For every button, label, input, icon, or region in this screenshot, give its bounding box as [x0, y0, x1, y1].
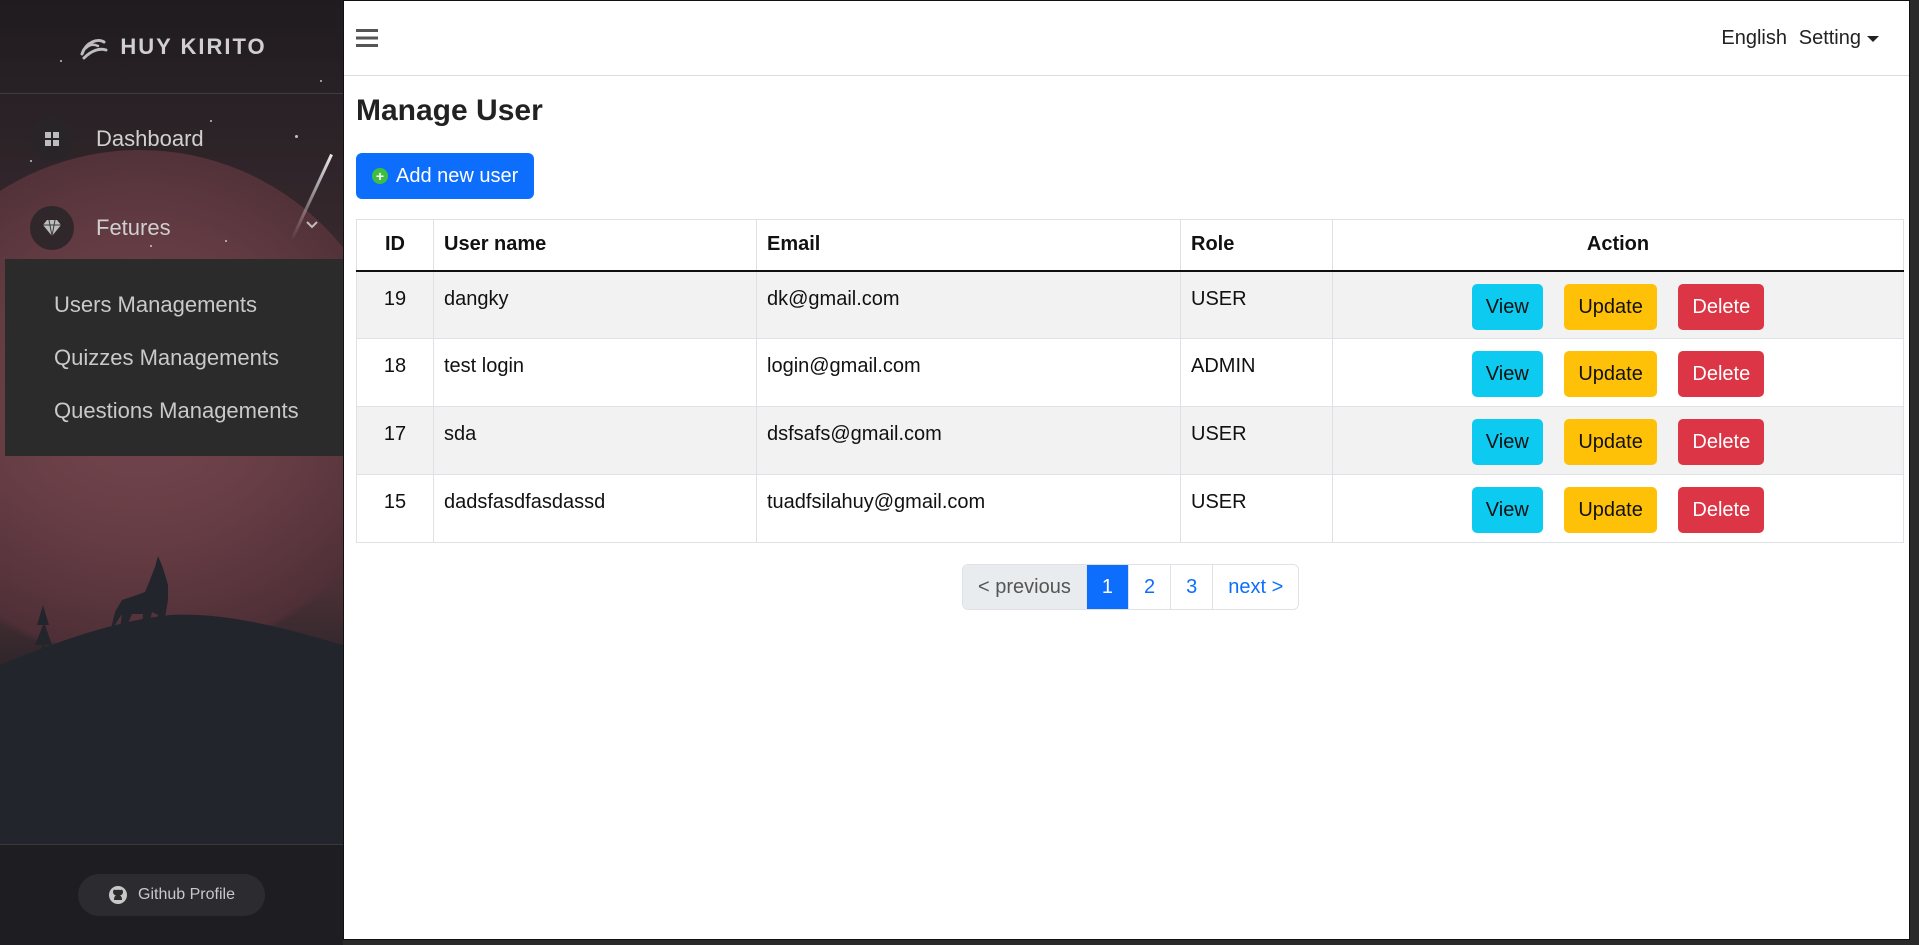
add-new-user-label: Add new user	[396, 164, 519, 187]
cell-email: dk@gmail.com	[756, 270, 1181, 339]
sidebar-item-label: Dashboard	[96, 126, 204, 151]
cell-email: login@gmail.com	[756, 338, 1181, 407]
sidebar-item-dashboard[interactable]: Dashboard	[0, 109, 343, 169]
cell-id: 18	[356, 338, 434, 407]
column-header-role: Role	[1180, 219, 1333, 272]
cell-actions: View Update Delete	[1332, 338, 1904, 407]
cell-actions: View Update Delete	[1332, 406, 1904, 475]
pagination: < previous 1 2 3 next >	[962, 564, 1300, 610]
delete-button[interactable]: Delete	[1678, 487, 1765, 533]
cell-actions: View Update Delete	[1332, 474, 1904, 543]
sidebar-item-label: Fetures	[96, 215, 171, 240]
main-content: English Setting Manage User + Add new us…	[343, 0, 1910, 940]
column-header-id: ID	[356, 219, 434, 272]
add-new-user-button[interactable]: + Add new user	[356, 153, 535, 199]
table-row: 17 sda dsfsafs@gmail.com USER View Updat…	[356, 406, 1904, 475]
top-navbar: English Setting	[344, 1, 1909, 76]
cell-username: dadsfasdfasdassd	[433, 474, 757, 543]
delete-button[interactable]: Delete	[1678, 283, 1765, 330]
cell-role: USER	[1180, 474, 1333, 543]
brand-logo[interactable]: HUY KIRITO	[76, 30, 266, 64]
table-row: 19 dangky dk@gmail.com USER View Update …	[356, 270, 1904, 339]
github-profile-label: Github Profile	[138, 886, 235, 903]
view-button[interactable]: View	[1471, 351, 1543, 397]
hamburger-menu-icon[interactable]	[356, 28, 378, 48]
setting-label: Setting	[1798, 27, 1861, 49]
delete-button[interactable]: Delete	[1678, 419, 1765, 465]
features-submenu: Users Managements Quizzes Managements Qu…	[5, 259, 343, 456]
plus-circle-icon: +	[372, 168, 388, 184]
cell-id: 17	[356, 406, 434, 475]
submenu-item-quizzes-managements[interactable]: Quizzes Managements	[54, 345, 279, 371]
cell-id: 15	[356, 474, 434, 543]
view-button[interactable]: View	[1471, 419, 1543, 465]
cell-email: tuadfsilahuy@gmail.com	[756, 474, 1181, 543]
sidebar-footer: Github Profile	[0, 844, 343, 945]
setting-dropdown[interactable]: Setting	[1799, 27, 1879, 50]
caret-down-icon	[1867, 35, 1879, 42]
update-button[interactable]: Update	[1564, 351, 1657, 397]
cell-email: dsfsafs@gmail.com	[756, 406, 1181, 475]
update-button[interactable]: Update	[1564, 419, 1657, 465]
cell-role: USER	[1180, 270, 1333, 339]
submenu-item-users-managements[interactable]: Users Managements	[54, 292, 257, 318]
cell-username: test login	[433, 338, 757, 407]
column-header-email: Email	[756, 219, 1181, 272]
delete-button[interactable]: Delete	[1678, 351, 1765, 397]
dashboard-icon	[30, 117, 74, 161]
github-profile-button[interactable]: Github Profile	[78, 874, 265, 916]
page-title: Manage User	[356, 94, 543, 127]
sidebar: HUY KIRITO Dashboard Fetures Users Manag…	[0, 0, 343, 945]
update-button[interactable]: Update	[1564, 283, 1657, 330]
language-selector[interactable]: English	[1721, 27, 1787, 50]
cell-id: 19	[356, 270, 434, 339]
cell-username: sda	[433, 406, 757, 475]
view-button[interactable]: View	[1471, 283, 1543, 330]
pagination-next[interactable]: next >	[1213, 565, 1299, 609]
users-table: ID User name Email Role Action 19 dangky…	[356, 219, 1904, 543]
chevron-down-icon	[306, 221, 318, 229]
sidebar-item-features[interactable]: Fetures	[0, 198, 343, 258]
table-header-row: ID User name Email Role Action	[356, 219, 1904, 272]
diamond-icon	[30, 206, 74, 250]
pagination-previous[interactable]: < previous	[963, 565, 1087, 609]
table-row: 15 dadsfasdfasdassd tuadfsilahuy@gmail.c…	[356, 474, 1904, 543]
view-button[interactable]: View	[1471, 487, 1543, 533]
pagination-page-3[interactable]: 3	[1171, 565, 1214, 609]
table-row: 18 test login login@gmail.com ADMIN View…	[356, 338, 1904, 407]
cell-username: dangky	[433, 270, 757, 339]
column-header-action: Action	[1332, 219, 1904, 272]
cell-role: ADMIN	[1180, 338, 1333, 407]
column-header-username: User name	[433, 219, 757, 272]
update-button[interactable]: Update	[1564, 487, 1657, 533]
cell-actions: View Update Delete	[1332, 270, 1904, 339]
cell-role: USER	[1180, 406, 1333, 475]
brand-name: HUY KIRITO	[120, 33, 267, 59]
pagination-page-2[interactable]: 2	[1128, 565, 1172, 609]
brand-swirl-icon	[80, 38, 108, 59]
pagination-page-1[interactable]: 1	[1086, 565, 1129, 609]
submenu-item-questions-managements[interactable]: Questions Managements	[54, 398, 299, 424]
sidebar-header: HUY KIRITO	[0, 0, 343, 94]
github-icon	[109, 886, 128, 904]
